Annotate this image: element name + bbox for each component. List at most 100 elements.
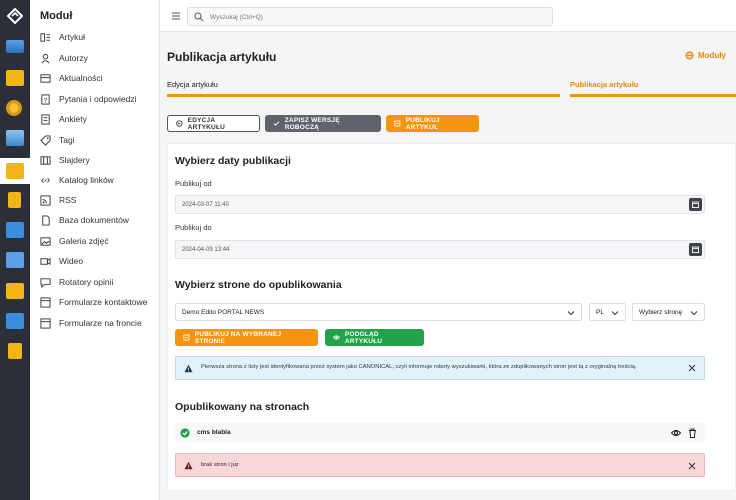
- rail-copy-icon[interactable]: [8, 343, 22, 359]
- eye-icon[interactable]: [671, 428, 681, 438]
- preview-article-button[interactable]: PODGLĄD ARTYKUŁU: [325, 329, 424, 346]
- language-select-value: PL: [596, 308, 604, 316]
- rail-modules-icon[interactable]: [6, 163, 24, 179]
- preview-article-label: PODGLĄD ARTYKUŁU: [344, 330, 383, 345]
- video-icon: [40, 256, 51, 267]
- rail-monitor-icon[interactable]: [6, 252, 24, 268]
- publish-from-calendar-button[interactable]: [689, 198, 702, 211]
- sidebar-item-rss[interactable]: RSS: [40, 192, 76, 208]
- tag-icon: [40, 134, 51, 146]
- globe-icon: [685, 51, 694, 60]
- check-icon: [273, 121, 280, 126]
- check-circle-icon: [180, 428, 190, 438]
- article-icon: [40, 32, 51, 43]
- sidebar-item-katalog-linkow[interactable]: Katalog linków: [40, 172, 114, 188]
- sidebar-item-wideo[interactable]: Wideo: [40, 253, 83, 269]
- menu-icon[interactable]: [171, 11, 181, 21]
- edit-article-button[interactable]: EDYCJA ARTYKUŁU: [167, 115, 260, 132]
- sidebar-item-ankiety[interactable]: Ankiety: [40, 111, 87, 127]
- page-select-heading: Wybierz strone do opublikowania: [175, 279, 342, 291]
- page-select[interactable]: Wybierz stronę: [632, 303, 705, 321]
- sidebar-item-baza-dokumentow[interactable]: Baza dokumentów: [40, 212, 129, 228]
- warning-icon: [184, 364, 193, 373]
- rss-icon: [40, 194, 51, 206]
- error-alert: brak stron i juz: [175, 453, 705, 477]
- tab-edycja[interactable]: Edycja artykułu: [167, 80, 218, 89]
- publish-to-field[interactable]: 2024-04-09 13:44: [175, 240, 705, 259]
- document-icon: [40, 214, 51, 226]
- rail-clipboard-icon[interactable]: [8, 192, 21, 208]
- publish-from-field[interactable]: 2024-03-07 11:40: [175, 195, 705, 214]
- published-page-row: cms blabla: [175, 423, 705, 443]
- published-page-name: cms blabla: [197, 429, 231, 436]
- app-rail: [0, 0, 30, 500]
- user-icon: [40, 53, 51, 64]
- rail-blocked-icon[interactable]: [6, 313, 24, 329]
- publish-on-page-label: PUBLIKUJ NA WYBRANEJ STRONIE: [194, 330, 282, 345]
- canonical-info-text: Pierwsza strona z listy jest identyfikow…: [201, 364, 637, 370]
- back-icon: [176, 120, 183, 127]
- sidebar-item-autorzy[interactable]: Autorzy: [40, 50, 88, 66]
- modules-link[interactable]: Moduły: [685, 51, 726, 60]
- sidebar-item-rotatory-opinii[interactable]: Rotatory opinii: [40, 274, 113, 290]
- warning-icon: [184, 461, 193, 470]
- sidebar-item-formularze-kontaktowe[interactable]: Formularze kontaktowe: [40, 294, 147, 310]
- trash-icon[interactable]: [688, 428, 697, 438]
- publish-article-button[interactable]: PUBLIKUJ ARTYKUŁ: [386, 115, 479, 132]
- sidebar-item-label: Baza dokumentów: [59, 215, 129, 225]
- edit-article-label: EDYCJA ARTYKUŁU: [187, 116, 226, 131]
- chevron-down-icon: [690, 311, 698, 316]
- sidebar-item-aktualnosci[interactable]: Aktualności: [40, 70, 102, 86]
- publish-article-label: PUBLIKUJ ARTYKUŁ: [405, 116, 440, 131]
- sidebar-item-label: Katalog linków: [59, 175, 114, 185]
- sidebar-item-formularze-na-froncie[interactable]: Formularze na froncie: [40, 315, 142, 331]
- language-select[interactable]: PL: [589, 303, 626, 321]
- sidebar-item-label: Formularze na froncie: [59, 318, 142, 328]
- close-icon[interactable]: [688, 364, 696, 372]
- svg-text:?: ?: [44, 97, 48, 104]
- chevron-down-icon: [567, 311, 575, 316]
- rail-edit-icon[interactable]: [6, 283, 24, 299]
- module-sidebar: Moduł Artykuł Autorzy Aktualności ? Pyta…: [30, 0, 160, 500]
- sidebar-item-label: Artykuł: [59, 32, 85, 42]
- rail-images-icon[interactable]: [6, 130, 24, 146]
- sidebar-item-label: Wideo: [59, 256, 84, 266]
- sidebar-item-label: Rotatory opinii: [59, 277, 114, 287]
- save-draft-button[interactable]: ZAPISZ WERSJĘ ROBOCZĄ: [265, 115, 381, 132]
- page-title: Publikacja artykułu: [167, 50, 277, 64]
- sidebar-item-galeria-zdjec[interactable]: Galeria zdjęć: [40, 233, 109, 249]
- search-input[interactable]: [210, 10, 540, 24]
- save-draft-label: ZAPISZ WERSJĘ ROBOCZĄ: [284, 116, 340, 131]
- portal-select[interactable]: Demo Edito PORTAL NEWS: [175, 303, 582, 321]
- rail-settings-icon[interactable]: [6, 100, 22, 116]
- publish-icon: [183, 334, 190, 341]
- rail-cart-icon[interactable]: [6, 222, 24, 238]
- rail-desktop-icon[interactable]: [6, 40, 24, 53]
- sidebar-item-label: Ankiety: [59, 114, 87, 124]
- opinion-icon: [40, 277, 51, 288]
- publish-icon: [394, 120, 401, 127]
- question-icon: ?: [40, 93, 51, 105]
- tab-publikacja-underline: [570, 94, 736, 97]
- tab-publikacja[interactable]: Publikacja artykułu: [570, 80, 638, 89]
- sidebar-item-slajdery[interactable]: Slajdery: [40, 152, 90, 168]
- sidebar-item-artykul[interactable]: Artykuł: [40, 29, 85, 45]
- sidebar-item-label: Autorzy: [59, 53, 88, 63]
- sidebar-item-label: Slajdery: [59, 155, 90, 165]
- sidebar-item-label: Pytania i odpowiedzi: [59, 94, 137, 104]
- publish-from-value: 2024-03-07 11:40: [182, 201, 229, 208]
- sidebar-item-label: Galeria zdjęć: [59, 236, 109, 246]
- sidebar-item-pytania[interactable]: ? Pytania i odpowiedzi: [40, 91, 137, 107]
- publish-on-page-button[interactable]: PUBLIKUJ NA WYBRANEJ STRONIE: [175, 329, 318, 346]
- logo-icon[interactable]: [7, 8, 23, 24]
- sidebar-item-tagi[interactable]: Tagi: [40, 132, 75, 148]
- survey-icon: [40, 113, 51, 125]
- rail-folder-icon[interactable]: [6, 70, 24, 86]
- sidebar-item-label: Aktualności: [59, 73, 103, 83]
- close-icon[interactable]: [688, 462, 696, 470]
- publish-to-label: Publikuj do: [175, 223, 212, 232]
- published-heading: Opublikowany na stronach: [175, 401, 310, 413]
- publish-to-calendar-button[interactable]: [689, 243, 702, 256]
- form-front-icon: [40, 317, 51, 329]
- modules-link-label: Moduły: [698, 51, 726, 60]
